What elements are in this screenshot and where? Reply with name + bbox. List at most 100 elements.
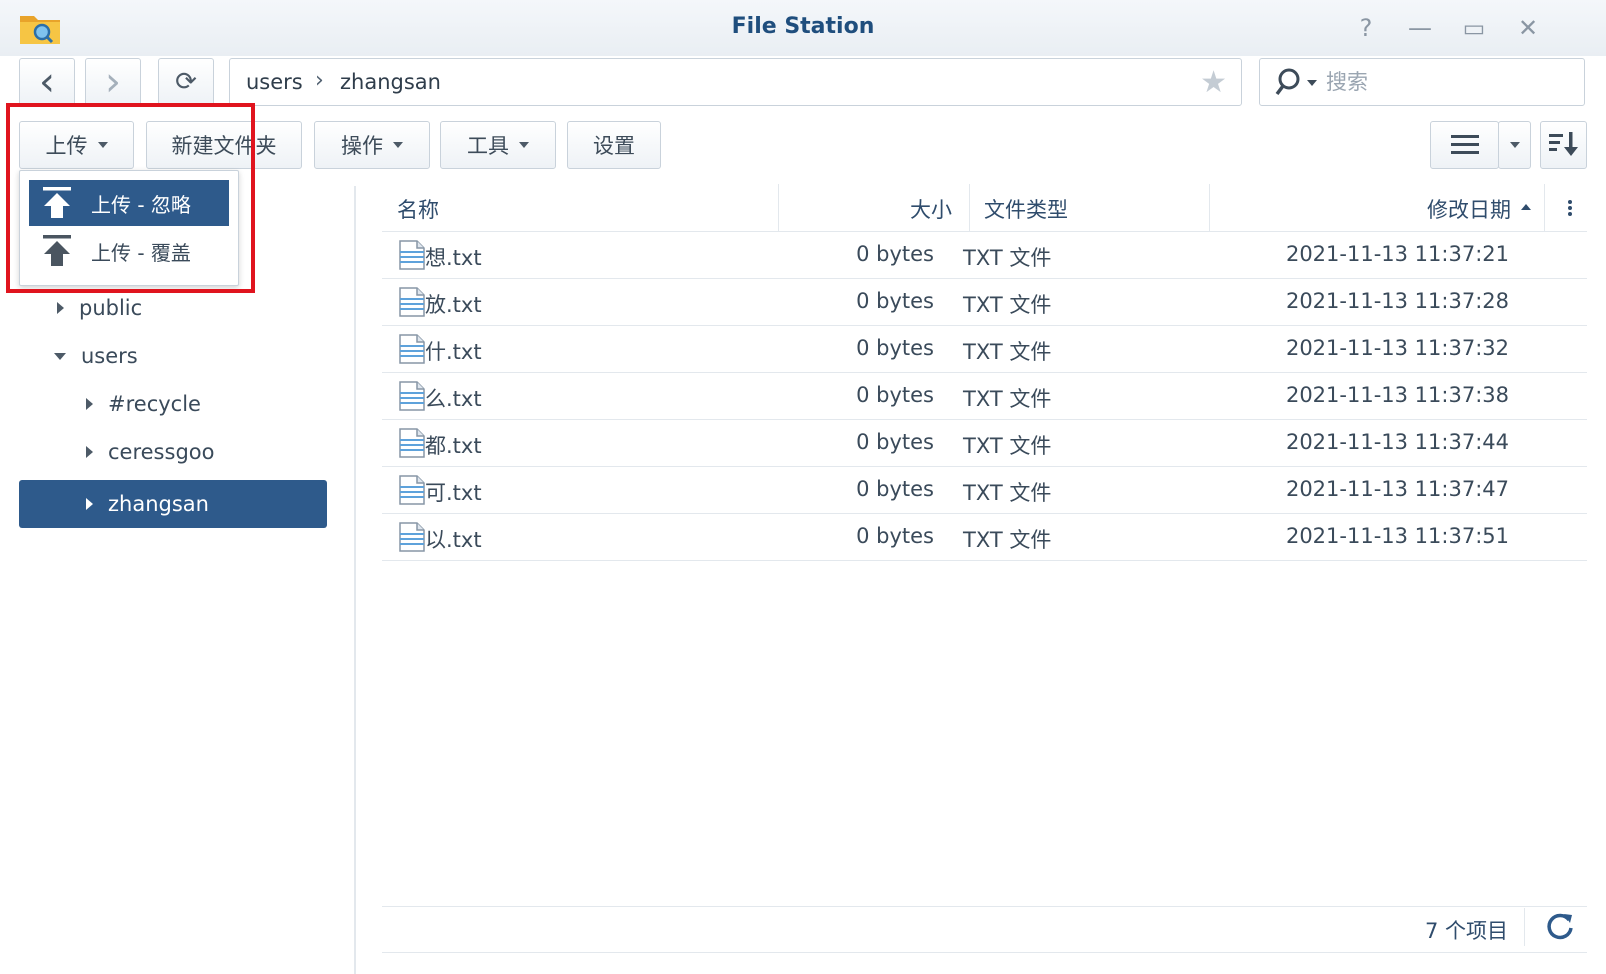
file-station-window: File Station ? — ▭ ✕ ‹ › ⟳ users › zhang… <box>0 0 1606 974</box>
file-type: TXT 文件 <box>963 481 1052 505</box>
table-row[interactable]: 都.txt 0 bytes TXT 文件 2021-11-13 11:37:44 <box>382 420 1587 467</box>
file-size: 0 bytes <box>856 289 934 313</box>
action-label: 操作 <box>341 134 383 158</box>
list-view-icon <box>1451 135 1479 154</box>
folder-tree: public users #recycle ceressgoo zhangsan <box>0 186 354 974</box>
search-box[interactable] <box>1259 58 1585 106</box>
help-button[interactable]: ? <box>1351 13 1381 43</box>
close-icon: ✕ <box>1517 14 1539 42</box>
table-row[interactable]: 以.txt 0 bytes TXT 文件 2021-11-13 11:37:51 <box>382 514 1587 561</box>
tools-button[interactable]: 工具 <box>440 121 556 169</box>
tree-item-users[interactable]: users <box>54 332 347 380</box>
sort-icon <box>1548 132 1578 156</box>
sidebar-divider <box>354 186 356 974</box>
back-button[interactable]: ‹ <box>19 58 75 106</box>
settings-button[interactable]: 设置 <box>567 121 661 169</box>
tools-label: 工具 <box>467 134 509 158</box>
footer-bottom-border <box>382 952 1587 953</box>
minimize-icon: — <box>1408 14 1432 42</box>
table-row[interactable]: 放.txt 0 bytes TXT 文件 2021-11-13 11:37:28 <box>382 279 1587 326</box>
file-modified: 2021-11-13 11:37:32 <box>1285 336 1509 360</box>
list-header: 名称 大小 文件类型 修改日期 <box>382 184 1587 232</box>
upload-menu: 上传 - 忽略 上传 - 覆盖 <box>19 170 239 286</box>
tree-item-public[interactable]: public <box>57 284 347 332</box>
footer-divider <box>382 906 1587 907</box>
column-divider[interactable] <box>1209 184 1210 232</box>
path-bar[interactable]: users › zhangsan ★ <box>229 58 1242 106</box>
refresh-icon[interactable] <box>1545 911 1575 941</box>
upload-icon <box>43 187 71 218</box>
tree-item-recycle[interactable]: #recycle <box>86 380 347 428</box>
star-icon[interactable]: ★ <box>1200 65 1227 100</box>
column-header-size[interactable]: 大小 <box>910 194 952 224</box>
file-name: 以.txt <box>425 528 482 552</box>
maximize-button[interactable]: ▭ <box>1459 13 1489 43</box>
file-name: 什.txt <box>425 340 482 364</box>
caret-right-icon[interactable] <box>86 398 93 410</box>
caret-right-icon[interactable] <box>86 498 93 510</box>
file-type: TXT 文件 <box>963 387 1052 411</box>
file-modified: 2021-11-13 11:37:44 <box>1285 430 1509 454</box>
file-size: 0 bytes <box>856 242 934 266</box>
minimize-button[interactable]: — <box>1405 13 1435 43</box>
forward-button[interactable]: › <box>85 58 141 106</box>
caret-right-icon[interactable] <box>86 446 93 458</box>
chevron-down-icon <box>97 142 108 148</box>
text-file-icon <box>399 475 425 505</box>
new-folder-button[interactable]: 新建文件夹 <box>146 121 302 169</box>
text-file-icon <box>399 287 425 317</box>
refresh-button[interactable]: ⟳ <box>158 58 214 106</box>
tree-item-label: zhangsan <box>108 492 209 516</box>
view-mode-button[interactable] <box>1430 121 1499 169</box>
column-divider[interactable] <box>969 184 970 232</box>
breadcrumb-users[interactable]: users <box>246 70 303 94</box>
search-icon[interactable] <box>1274 67 1320 97</box>
column-divider[interactable] <box>778 184 779 232</box>
sort-ascending-icon <box>1521 204 1531 210</box>
view-mode-dropdown[interactable] <box>1498 121 1531 169</box>
tree-item-label: ceressgoo <box>108 440 215 464</box>
tree-item-ceressgoo[interactable]: ceressgoo <box>86 428 347 476</box>
file-name: 想.txt <box>425 246 482 270</box>
text-file-icon <box>399 428 425 458</box>
upload-icon <box>43 235 71 266</box>
file-type: TXT 文件 <box>963 246 1052 270</box>
column-header-modified[interactable]: 修改日期 <box>1427 194 1511 224</box>
column-divider[interactable] <box>1544 184 1545 232</box>
file-modified: 2021-11-13 11:37:21 <box>1285 242 1509 266</box>
settings-label: 设置 <box>593 134 635 158</box>
chevron-down-icon <box>519 142 529 148</box>
table-row[interactable]: 什.txt 0 bytes TXT 文件 2021-11-13 11:37:32 <box>382 326 1587 373</box>
sort-button[interactable] <box>1540 121 1587 169</box>
caret-right-icon[interactable] <box>57 302 64 314</box>
close-button[interactable]: ✕ <box>1513 13 1543 43</box>
file-type: TXT 文件 <box>963 293 1052 317</box>
file-size: 0 bytes <box>856 336 934 360</box>
upload-button[interactable]: 上传 <box>19 121 134 169</box>
menu-item-label: 上传 - 覆盖 <box>91 240 191 265</box>
file-modified: 2021-11-13 11:37:47 <box>1285 477 1509 501</box>
breadcrumb-separator: › <box>315 68 324 93</box>
text-file-icon <box>399 381 425 411</box>
search-input[interactable] <box>1326 68 1576 96</box>
file-name: 放.txt <box>425 293 482 317</box>
file-size: 0 bytes <box>856 524 934 548</box>
column-header-name[interactable]: 名称 <box>397 194 439 224</box>
tree-item-zhangsan[interactable]: zhangsan <box>19 480 327 528</box>
action-button[interactable]: 操作 <box>314 121 430 169</box>
more-vertical-icon[interactable] <box>1567 199 1573 217</box>
breadcrumb-zhangsan[interactable]: zhangsan <box>340 70 441 94</box>
chevron-right-icon: › <box>105 59 121 105</box>
menu-item-upload-overwrite[interactable]: 上传 - 覆盖 <box>29 228 229 274</box>
table-row[interactable]: 可.txt 0 bytes TXT 文件 2021-11-13 11:37:47 <box>382 467 1587 514</box>
file-list: 名称 大小 文件类型 修改日期 想.txt 0 bytes TXT 文件 2021-1… <box>382 184 1587 561</box>
file-type: TXT 文件 <box>963 434 1052 458</box>
tree-item-label: users <box>81 344 138 368</box>
column-header-type[interactable]: 文件类型 <box>984 194 1068 224</box>
title-bar: File Station ? — ▭ ✕ <box>0 0 1606 56</box>
file-type: TXT 文件 <box>963 340 1052 364</box>
menu-item-upload-skip[interactable]: 上传 - 忽略 <box>29 180 229 226</box>
caret-down-icon[interactable] <box>54 352 66 360</box>
table-row[interactable]: 么.txt 0 bytes TXT 文件 2021-11-13 11:37:38 <box>382 373 1587 420</box>
table-row[interactable]: 想.txt 0 bytes TXT 文件 2021-11-13 11:37:21 <box>382 232 1587 279</box>
